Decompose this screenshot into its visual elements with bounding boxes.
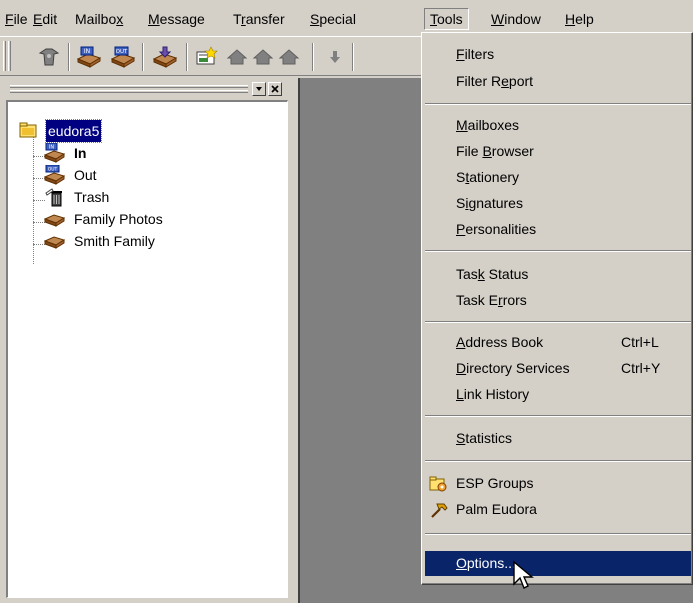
menu-bar: File Edit Mailbox Message Transfer Speci…: [0, 0, 693, 34]
svg-text:OUT: OUT: [116, 49, 128, 55]
mouse-pointer-icon: [513, 560, 534, 589]
menu-item-signatures[interactable]: Signatures: [425, 191, 691, 216]
out-mailbox-icon: OUT: [43, 164, 66, 185]
toolbar-separator: [68, 43, 70, 71]
menu-transfer[interactable]: Transfer: [228, 8, 290, 30]
menu-item-palm-eudora[interactable]: Palm Eudora: [425, 497, 691, 522]
menu-item-options[interactable]: Options...: [425, 551, 691, 576]
menu-item-filters[interactable]: Filters: [425, 42, 691, 67]
menu-message[interactable]: Message: [143, 8, 210, 30]
get-attach-icon[interactable]: [150, 43, 180, 71]
menu-window[interactable]: Window: [486, 8, 546, 30]
menu-item-mailboxes[interactable]: Mailboxes: [425, 113, 691, 138]
menu-edit[interactable]: Edit: [28, 8, 62, 30]
check-mail-icon[interactable]: IN: [74, 43, 104, 71]
toolbar-grip[interactable]: [3, 41, 6, 71]
mailbox-tree[interactable]: eudora5 IN In OUT Out Trash Family Photo…: [6, 100, 288, 598]
menu-separator: [425, 415, 691, 417]
toolbar-grip-2[interactable]: [8, 41, 11, 71]
menu-item-directory-services[interactable]: Directory Services Ctrl+Y: [425, 356, 691, 381]
menu-item-address-book[interactable]: Address Book Ctrl+L: [425, 330, 691, 355]
forward-icon[interactable]: [274, 43, 304, 71]
palm-eudora-icon: [429, 500, 449, 520]
in-mailbox-icon: IN: [43, 142, 66, 163]
folder-icon: [18, 121, 40, 141]
svg-text:IN: IN: [84, 48, 90, 55]
trash-icon: [44, 187, 66, 207]
menu-item-filter-report[interactable]: Filter Report: [425, 69, 691, 94]
menu-item-file-browser[interactable]: File Browser: [425, 139, 691, 164]
mailbox-pane: eudora5 IN In OUT Out Trash Family Photo…: [0, 78, 298, 603]
new-message-icon[interactable]: [192, 43, 222, 71]
menu-separator: [425, 321, 691, 323]
send-mail-icon[interactable]: OUT: [108, 43, 138, 71]
pane-grip[interactable]: [10, 85, 248, 88]
tree-root-label: eudora5: [44, 119, 103, 143]
mailbox-label: Family Photos: [74, 211, 163, 227]
menu-item-esp-groups[interactable]: ESP Groups: [425, 471, 691, 496]
toolbar-separator: [186, 43, 188, 71]
close-mailbox-icon[interactable]: [34, 43, 64, 71]
menu-item-stationery[interactable]: Stationery: [425, 165, 691, 190]
tools-menu: Filters Filter Report Mailboxes File Bro…: [421, 32, 693, 585]
esp-groups-icon: [429, 474, 449, 494]
mailbox-label: Out: [74, 167, 97, 183]
menu-separator: [425, 250, 691, 252]
menu-separator: [425, 460, 691, 462]
down-arrow-icon[interactable]: [320, 43, 350, 71]
menu-separator: [425, 103, 691, 105]
close-icon: [271, 85, 279, 93]
menu-item-statistics[interactable]: Statistics: [425, 426, 691, 451]
mailbox-icon: [43, 231, 66, 251]
mailbox-label: Trash: [74, 189, 110, 205]
menu-mailbox[interactable]: Mailbox: [70, 8, 128, 30]
toolbar-separator: [312, 43, 314, 71]
pane-close-button[interactable]: [268, 82, 282, 96]
pane-grip-2[interactable]: [10, 90, 248, 93]
pane-dropdown-button[interactable]: [252, 82, 266, 96]
shortcut-text: Ctrl+Y: [621, 360, 661, 376]
chevron-down-icon: [256, 87, 262, 91]
menu-special[interactable]: Special: [305, 8, 361, 30]
mailbox-label: Smith Family: [74, 233, 155, 249]
menu-help[interactable]: Help: [560, 8, 599, 30]
svg-text:OUT: OUT: [48, 167, 58, 173]
shortcut-text: Ctrl+L: [621, 334, 659, 350]
mailbox-label: In: [74, 145, 87, 161]
mailbox-icon: [43, 209, 66, 229]
menu-item-link-history[interactable]: Link History: [425, 382, 691, 407]
svg-text:IN: IN: [49, 145, 54, 151]
toolbar-separator: [142, 43, 144, 71]
menu-item-personalities[interactable]: Personalities: [425, 217, 691, 242]
menu-separator: [425, 533, 691, 535]
pane-header: [4, 82, 288, 96]
menu-item-task-status[interactable]: Task Status: [425, 262, 691, 287]
menu-item-task-errors[interactable]: Task Errors: [425, 288, 691, 313]
toolbar-separator: [352, 43, 354, 71]
menu-tools[interactable]: Tools: [424, 8, 469, 30]
